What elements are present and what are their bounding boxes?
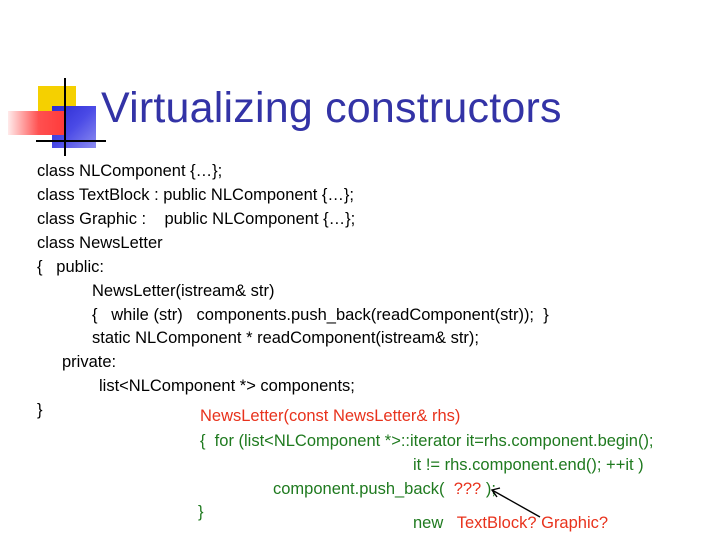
slide-title: Virtualizing constructors (101, 84, 562, 132)
code-line: static NLComponent * readComponent(istre… (92, 329, 479, 347)
code-line: { while (str) components.push_back(readC… (92, 306, 549, 324)
code-line: list<NLComponent *> components; (99, 377, 355, 395)
copy-ctor-push-line: component.push_back( ??? ); (273, 479, 496, 499)
copy-ctor-signature: NewsLetter(const NewsLetter& rhs) (200, 407, 461, 425)
code-line: class NLComponent {…}; (37, 162, 223, 180)
copy-ctor-for-line: { for (list<NLComponent *>::iterator it=… (200, 432, 654, 450)
code-line: class Graphic : public NLComponent {…}; (37, 210, 356, 228)
decor-red-bar (8, 111, 64, 135)
arrow-pointer (490, 487, 541, 518)
code-line: class TextBlock : public NLComponent {…}… (37, 186, 355, 204)
push-prefix: component.push_back( (273, 480, 454, 498)
push-placeholder: ??? (453, 480, 482, 498)
code-line: NewsLetter(istream& str) (92, 282, 275, 300)
code-line: { public: (37, 258, 104, 276)
decor-vertical-line (64, 78, 66, 156)
copy-ctor-cond-line: it != rhs.component.end(); ++it ) (413, 456, 644, 474)
note-prefix: new (413, 514, 457, 532)
arrow-line (491, 489, 541, 518)
decor-horizontal-line (36, 140, 106, 142)
code-line: private: (62, 353, 117, 371)
copy-ctor-close-brace: } (198, 503, 204, 521)
code-line: class NewsLetter (37, 234, 163, 252)
code-line: } (37, 401, 43, 419)
